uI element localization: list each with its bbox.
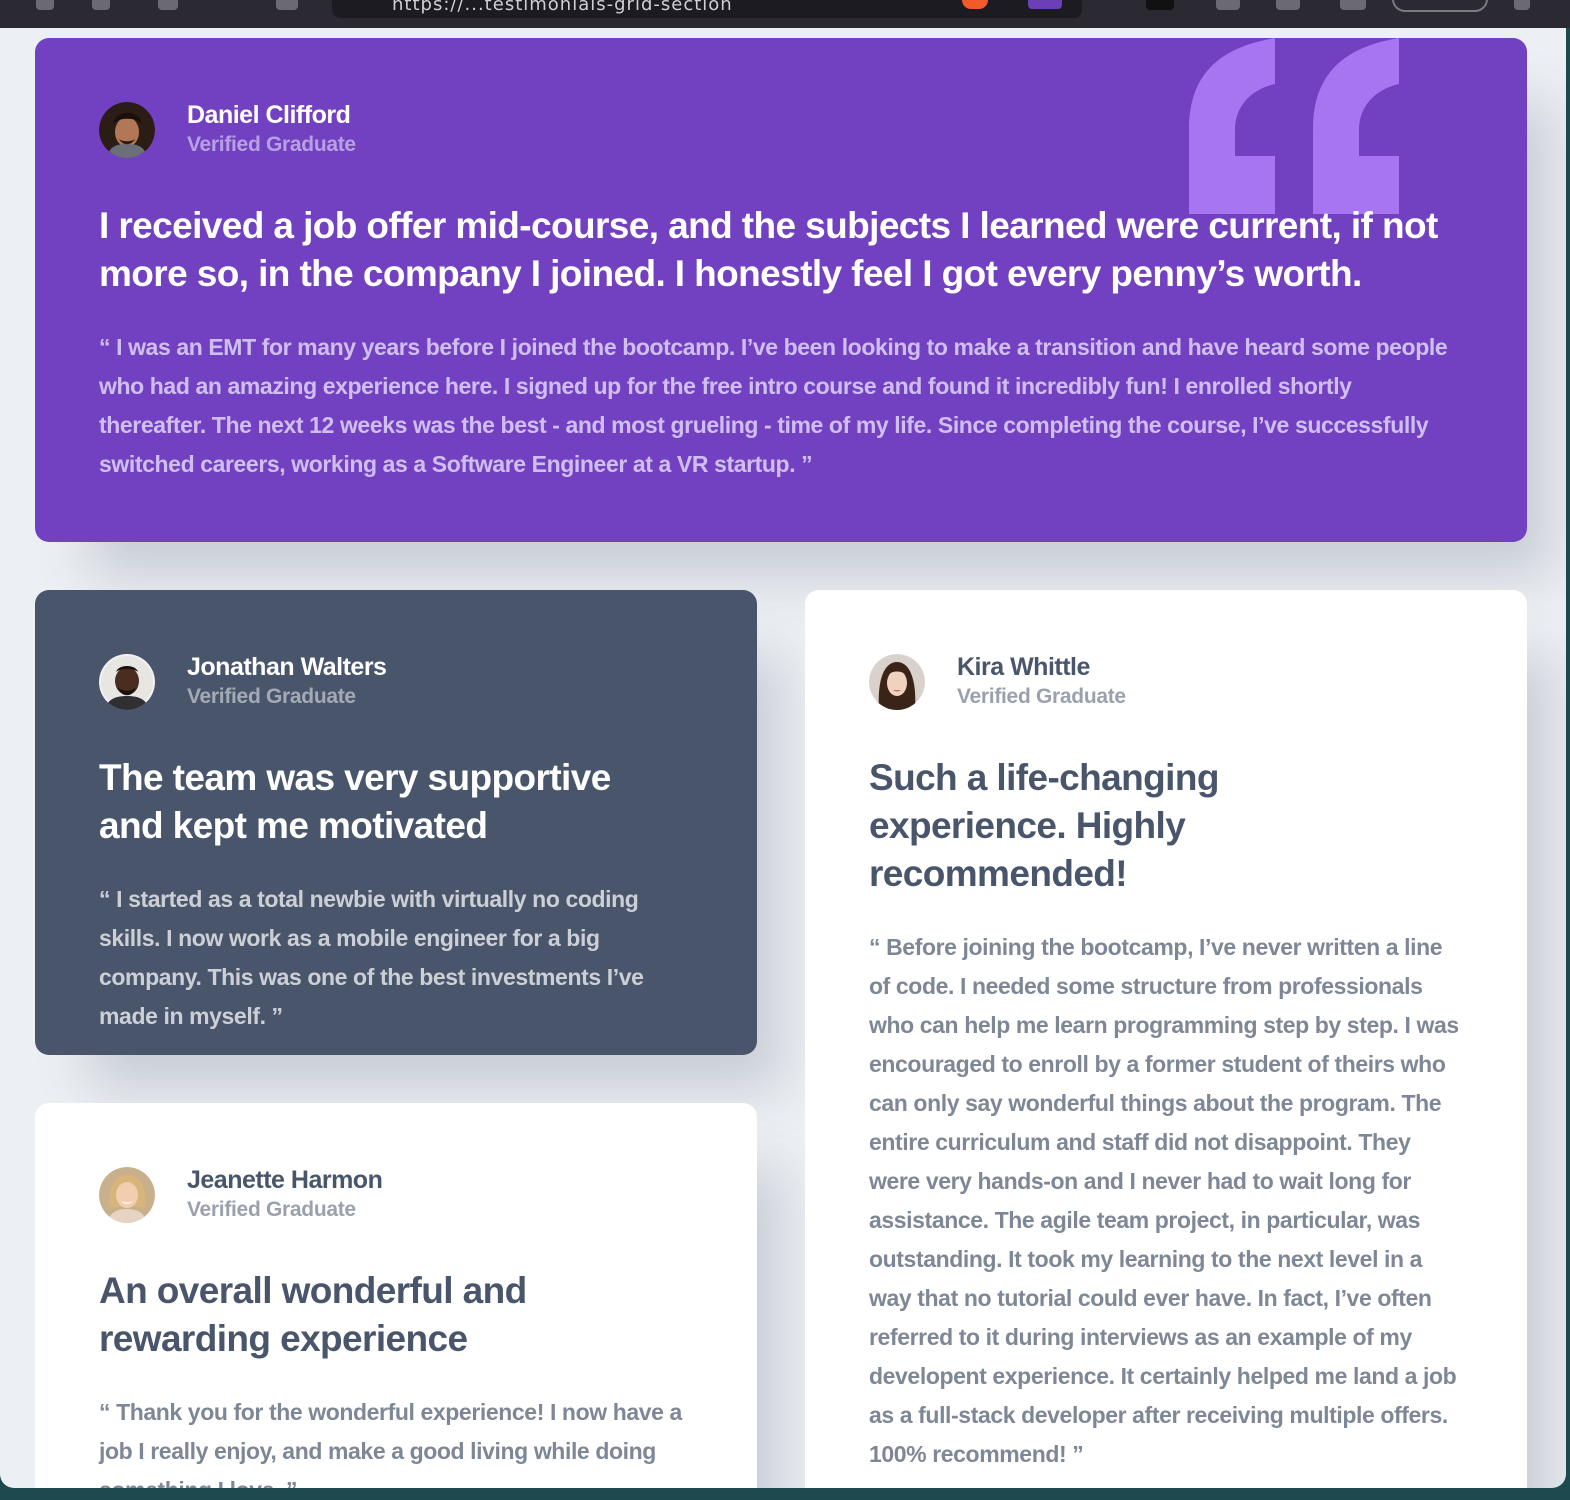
author-role: Verified Graduate <box>187 133 356 156</box>
page-viewport: Daniel Clifford Verified Graduate I rece… <box>0 28 1566 1488</box>
brave-shield-icon[interactable] <box>962 0 988 9</box>
profile-icon[interactable] <box>1146 0 1174 10</box>
testimonial-card-daniel: Daniel Clifford Verified Graduate I rece… <box>35 38 1527 542</box>
bookmark-icon[interactable] <box>276 0 298 10</box>
address-bar-url: https://...testimonials-grid-section <box>392 0 733 15</box>
testimonial-header: Jeanette Harmon Verified Graduate <box>99 1166 693 1223</box>
author-name: Kira Whittle <box>957 653 1090 681</box>
testimonial-body: “ I was an EMT for many years before I j… <box>99 334 1448 477</box>
extension-icon[interactable] <box>1028 0 1062 9</box>
testimonial-headline: An overall wonderful and rewarding exper… <box>99 1270 527 1359</box>
avatar <box>869 654 925 710</box>
menu-icon[interactable] <box>1514 0 1530 10</box>
author-name: Daniel Clifford <box>187 101 351 129</box>
reload-icon[interactable] <box>158 0 178 10</box>
testimonial-body: “ Before joining the bootcamp, I’ve neve… <box>869 934 1459 1467</box>
testimonial-header: Kira Whittle Verified Graduate <box>869 653 1463 710</box>
testimonial-headline: I received a job offer mid-course, and t… <box>99 205 1438 294</box>
testimonial-body: “ I started as a total newbie with virtu… <box>99 886 644 1029</box>
testimonial-card-jonathan: Jonathan Walters Verified Graduate The t… <box>35 590 757 1055</box>
testimonial-card-kira: Kira Whittle Verified Graduate Such a li… <box>805 590 1527 1488</box>
avatar <box>99 654 155 710</box>
address-bar[interactable]: https://...testimonials-grid-section <box>332 0 1082 18</box>
author-name: Jeanette Harmon <box>187 1166 383 1194</box>
forward-icon[interactable] <box>92 0 110 10</box>
testimonial-header: Jonathan Walters Verified Graduate <box>99 653 693 710</box>
testimonial-header: Daniel Clifford Verified Graduate <box>99 101 1463 158</box>
author-name: Jonathan Walters <box>187 653 387 681</box>
testimonial-headline: The team was very supportive and kept me… <box>99 757 611 846</box>
reader-icon[interactable] <box>1340 0 1366 10</box>
testimonial-body: “ Thank you for the wonderful experience… <box>99 1399 682 1488</box>
avatar <box>99 1167 155 1223</box>
author-role: Verified Graduate <box>187 1198 356 1221</box>
testimonial-headline: Such a life-changing experience. Highly … <box>869 757 1219 894</box>
back-icon[interactable] <box>36 0 54 10</box>
testimonial-card-jeanette: Jeanette Harmon Verified Graduate An ove… <box>35 1103 757 1488</box>
toolbar-pill-button[interactable] <box>1392 0 1488 12</box>
extensions-icon[interactable] <box>1216 0 1240 10</box>
author-role: Verified Graduate <box>957 685 1126 708</box>
desktop-background <box>0 1488 1570 1500</box>
avatar <box>99 102 155 158</box>
puzzle-icon[interactable] <box>1276 0 1300 10</box>
browser-toolbar: https://...testimonials-grid-section <box>0 0 1570 28</box>
author-role: Verified Graduate <box>187 685 356 708</box>
